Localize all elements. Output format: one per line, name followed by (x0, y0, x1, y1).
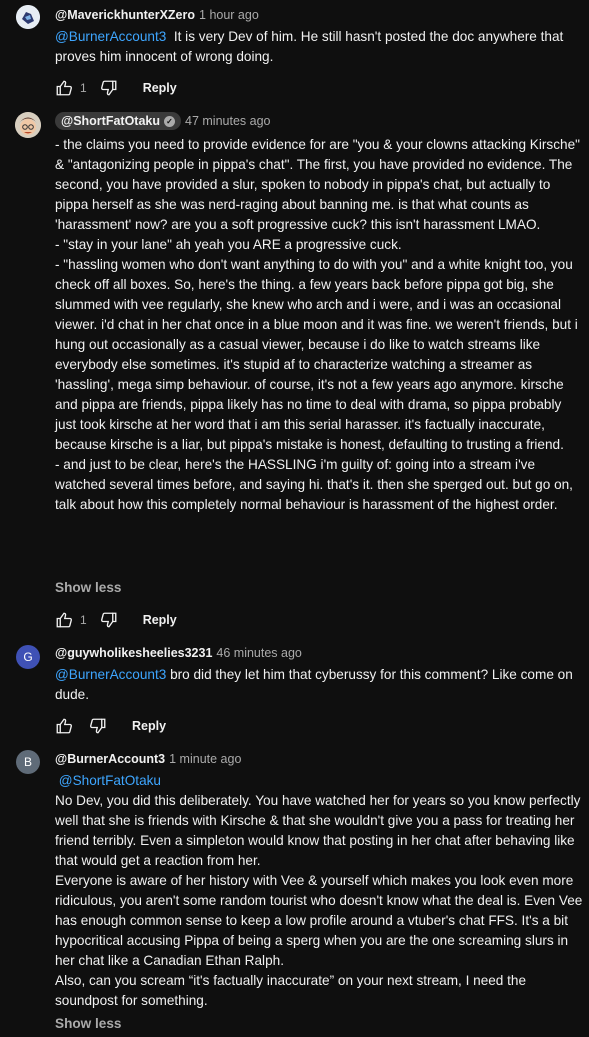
comment-line: Also, can you scream “it's factually ina… (55, 973, 527, 1008)
reply-button[interactable]: Reply (143, 613, 177, 627)
dislike-icon[interactable] (86, 714, 110, 738)
comment-header: @guywholikesheelies3231 46 minutes ago (55, 646, 302, 660)
comment-line: No Dev, you did this deliberately. You h… (55, 793, 581, 868)
comment-line: - "hassling women who don't want anythin… (55, 257, 578, 452)
comment-header: @ShortFatOtaku ✓ 47 minutes ago (55, 112, 270, 130)
comment-time[interactable]: 47 minutes ago (185, 114, 270, 128)
avatar[interactable]: B (16, 750, 40, 774)
verified-check-icon: ✓ (164, 116, 175, 128)
author-name: @ShortFatOtaku (61, 114, 160, 128)
comment-actions: 1 Reply (52, 608, 177, 632)
comment-header: @BurnerAccount3 1 minute ago (55, 752, 241, 766)
like-icon[interactable] (52, 608, 76, 632)
comment-time[interactable]: 1 hour ago (199, 8, 259, 22)
author-name[interactable]: @BurnerAccount3 (55, 752, 165, 766)
comment-text: @BurnerAccount3 It is very Dev of him. H… (55, 27, 583, 67)
robot-avatar-icon (16, 5, 40, 29)
mention-link[interactable]: @ShortFatOtaku (59, 773, 161, 788)
avatar[interactable]: G (16, 645, 40, 669)
show-less-button[interactable]: Show less (55, 580, 121, 595)
comment-text: @BurnerAccount3 bro did they let him tha… (55, 665, 583, 705)
author-name[interactable]: @MaverickhunterXZero (55, 8, 195, 22)
dislike-icon[interactable] (97, 76, 121, 100)
like-count: 1 (80, 613, 87, 627)
author-name[interactable]: @guywholikesheelies3231 (55, 646, 212, 660)
comment-text: - the claims you need to provide evidenc… (55, 135, 583, 515)
comment-header: @MaverickhunterXZero 1 hour ago (55, 8, 259, 22)
comment-time[interactable]: 46 minutes ago (216, 646, 301, 660)
like-icon[interactable] (52, 714, 76, 738)
otaku-avatar-icon (15, 112, 41, 138)
comment-time[interactable]: 1 minute ago (169, 752, 241, 766)
comment-actions: Reply (52, 714, 166, 738)
like-count: 1 (80, 81, 87, 95)
comment-line: - and just to be clear, here's the HASSL… (55, 457, 573, 512)
dislike-icon[interactable] (97, 608, 121, 632)
mention-link[interactable]: @BurnerAccount3 (55, 29, 166, 44)
comment-line: Everyone is aware of her history with Ve… (55, 873, 583, 968)
avatar-letter: G (23, 650, 33, 664)
show-less-button[interactable]: Show less (55, 1016, 121, 1031)
mention-link[interactable]: @BurnerAccount3 (55, 667, 166, 682)
comment-line: - "stay in your lane" ah yeah you ARE a … (55, 237, 402, 252)
comment-text: @ShortFatOtaku No Dev, you did this deli… (55, 771, 583, 1011)
avatar[interactable] (16, 5, 40, 29)
comment-actions: 1 Reply (52, 76, 177, 100)
like-icon[interactable] (52, 76, 76, 100)
avatar[interactable] (15, 112, 41, 138)
reply-button[interactable]: Reply (143, 81, 177, 95)
author-badge[interactable]: @ShortFatOtaku ✓ (55, 112, 181, 130)
comment-line: - the claims you need to provide evidenc… (55, 137, 580, 232)
reply-button[interactable]: Reply (132, 719, 166, 733)
avatar-letter: B (23, 755, 32, 769)
